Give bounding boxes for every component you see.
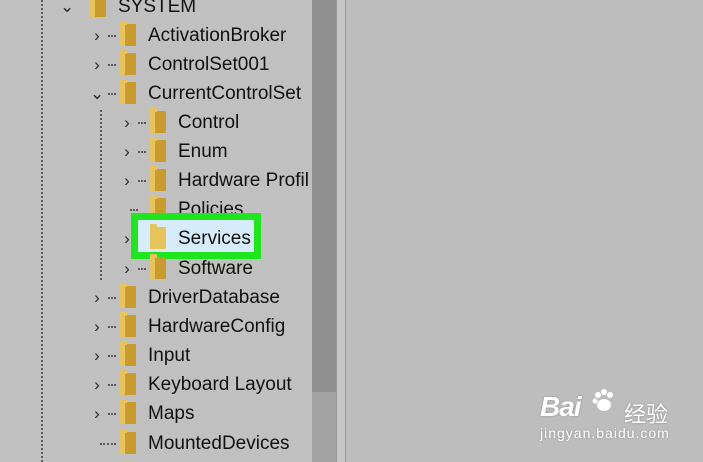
tree-item-label: HardwareConfig (148, 316, 286, 337)
tree-item-label: SYSTEM (118, 0, 197, 17)
tree-item[interactable]: › Enum (0, 137, 312, 166)
chevron-down-icon[interactable]: ⌄ (90, 79, 104, 108)
tree-item-label: MountedDevices (148, 433, 290, 454)
folder-icon (120, 50, 136, 75)
folder-icon (120, 429, 136, 454)
chevron-right-icon[interactable]: › (120, 108, 134, 137)
tree-connector (138, 268, 146, 270)
tree-connector (108, 326, 116, 328)
folder-icon (120, 312, 136, 337)
folder-icon (150, 166, 166, 191)
tree-connector (108, 297, 116, 299)
tree-connector (108, 413, 116, 415)
chevron-right-icon[interactable]: › (120, 166, 134, 195)
highlight-box (131, 213, 261, 259)
tree-connector (108, 93, 116, 95)
folder-icon (150, 137, 166, 162)
tree-item[interactable]: MountedDevices (0, 429, 312, 458)
tree-item-label: Keyboard Layout (148, 374, 292, 395)
folder-icon (120, 341, 136, 366)
tree-item-label: ActivationBroker (148, 25, 287, 46)
watermark-url: jingyan.baidu.com (540, 425, 670, 441)
tree-item[interactable]: › Control (0, 108, 312, 137)
tree-item-label: Maps (148, 403, 195, 424)
tree-item[interactable]: › ControlSet001 (0, 50, 312, 79)
tree-item[interactable]: › Keyboard Layout (0, 370, 312, 399)
folder-icon (120, 283, 136, 308)
paw-icon (592, 389, 613, 411)
chevron-right-icon[interactable]: › (90, 21, 104, 50)
chevron-right-icon[interactable]: › (90, 341, 104, 370)
tree-item-label: Enum (178, 141, 228, 162)
folder-icon (150, 254, 166, 279)
tree-item-label: CurrentControlSet (148, 83, 302, 104)
chevron-right-icon[interactable]: › (120, 137, 134, 166)
tree-item-label: Input (148, 345, 191, 366)
tree-item[interactable]: › Maps (0, 399, 312, 428)
folder-icon (120, 21, 136, 46)
folder-icon (120, 79, 136, 104)
tree-item[interactable]: › HardwareConfig (0, 312, 312, 341)
tree-connector (108, 355, 116, 357)
tree-item-label: DriverDatabase (148, 287, 280, 308)
chevron-down-icon[interactable]: ⌄ (60, 0, 74, 21)
tree-item-label: Hardware Profil (178, 170, 309, 191)
watermark-brand: Bai (540, 391, 582, 422)
tree-item[interactable]: › Software (0, 254, 312, 283)
tree-scrollbar-thumb[interactable] (312, 0, 336, 392)
registry-tree-pane: ⌄ SYSTEM › ActivationBroker › ControlSet… (0, 0, 312, 462)
tree-connector (100, 443, 116, 445)
chevron-right-icon[interactable]: › (90, 283, 104, 312)
chevron-right-icon[interactable]: › (90, 399, 104, 428)
tree-item-label: ControlSet001 (148, 54, 270, 75)
folder-icon (120, 399, 136, 424)
tree-connector (130, 209, 138, 211)
chevron-right-icon[interactable]: › (90, 370, 104, 399)
tree-connector (108, 64, 116, 66)
tree-connector (108, 35, 116, 37)
folder-icon (150, 108, 166, 133)
tree-connector (138, 180, 146, 182)
tree-item-label: Software (178, 258, 253, 279)
tree-connector (108, 384, 116, 386)
tree-connector (138, 151, 146, 153)
tree-item-label: Control (178, 112, 240, 133)
tree-item[interactable]: ⌄ CurrentControlSet (0, 79, 312, 108)
tree-item[interactable]: › ActivationBroker (0, 21, 312, 50)
tree-connector (138, 122, 146, 124)
tree-item[interactable]: › Input (0, 341, 312, 370)
pane-splitter[interactable] (336, 0, 346, 462)
tree-item-system[interactable]: ⌄ SYSTEM (0, 0, 312, 21)
tree-item[interactable]: › DriverDatabase (0, 283, 312, 312)
watermark: Bai 经验 jingyan.baidu.com (540, 385, 700, 445)
tree-item[interactable]: › Hardware Profil (0, 166, 312, 195)
folder-icon (120, 370, 136, 395)
chevron-right-icon[interactable]: › (90, 50, 104, 79)
folder-icon (90, 0, 106, 17)
chevron-right-icon[interactable]: › (90, 312, 104, 341)
chevron-right-icon[interactable]: › (120, 254, 134, 283)
